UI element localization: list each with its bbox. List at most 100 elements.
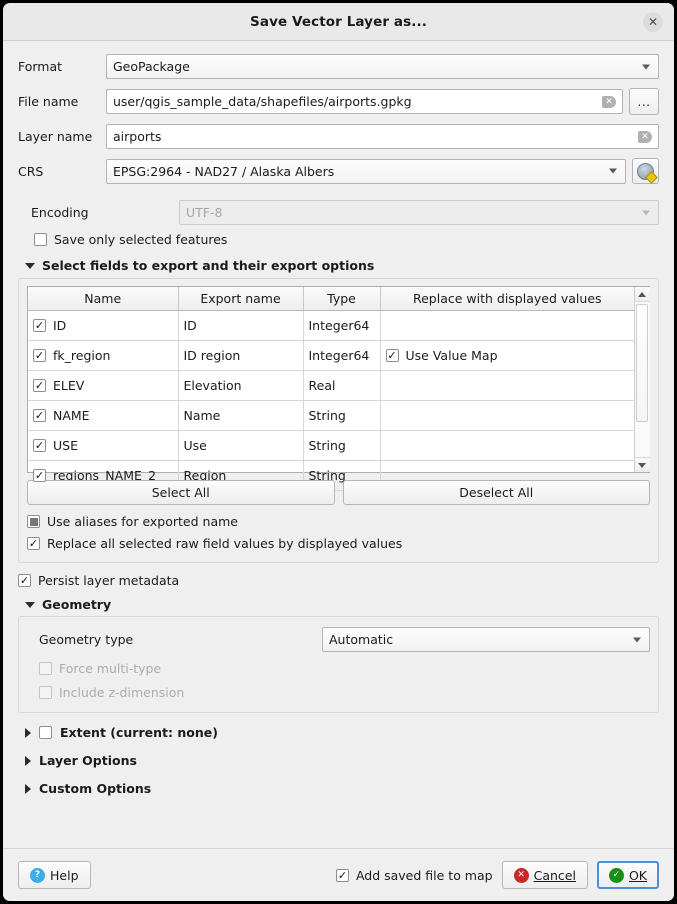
layername-row: Layer name airports ✕ xyxy=(18,124,659,149)
ok-label: OK xyxy=(629,868,647,883)
replace-all-row[interactable]: Replace all selected raw field values by… xyxy=(27,536,650,551)
crs-combo[interactable]: EPSG:2964 - NAD27 / Alaska Albers xyxy=(106,159,626,184)
field-replace-cell[interactable] xyxy=(380,370,634,400)
field-name: NAME xyxy=(53,408,90,423)
column-header-type[interactable]: Type xyxy=(303,287,380,310)
layer-options-section-header[interactable]: Layer Options xyxy=(25,753,659,768)
scroll-down-icon[interactable] xyxy=(635,457,650,472)
chevron-right-icon xyxy=(25,728,31,738)
column-header-name[interactable]: Name xyxy=(28,287,178,310)
layername-input[interactable]: airports ✕ xyxy=(106,124,659,149)
fields-group-header[interactable]: Select fields to export and their export… xyxy=(25,258,659,273)
format-label: Format xyxy=(18,59,106,74)
fields-table: Name Export name Type Replace with displ… xyxy=(28,287,634,491)
field-checkbox[interactable] xyxy=(33,349,46,362)
column-header-export-name[interactable]: Export name xyxy=(178,287,303,310)
field-checkbox[interactable] xyxy=(33,379,46,392)
field-replace-cell[interactable] xyxy=(380,430,634,460)
chevron-down-icon xyxy=(642,64,650,69)
cancel-icon: ✕ xyxy=(514,868,529,883)
table-row[interactable]: USE Use String xyxy=(28,430,634,460)
extent-label: Extent (current: none) xyxy=(60,725,218,740)
use-aliases-checkbox[interactable] xyxy=(27,515,40,528)
field-name-cell[interactable]: ELEV xyxy=(28,370,178,400)
globe-icon xyxy=(637,163,654,180)
geometry-type-row: Geometry type Automatic xyxy=(27,627,650,652)
field-checkbox[interactable] xyxy=(33,469,46,482)
scrollbar-thumb[interactable] xyxy=(636,304,648,422)
field-name-cell[interactable]: NAME xyxy=(28,400,178,430)
persist-metadata-row[interactable]: Persist layer metadata xyxy=(18,573,659,588)
check-icon: ✓ xyxy=(609,868,624,883)
field-type: Integer64 xyxy=(303,310,380,340)
table-vertical-scrollbar[interactable] xyxy=(634,287,649,472)
geometry-type-label: Geometry type xyxy=(27,632,322,647)
column-header-replace[interactable]: Replace with displayed values xyxy=(380,287,634,310)
pencil-icon xyxy=(645,171,658,184)
include-z-dimension-checkbox xyxy=(39,686,52,699)
field-checkbox[interactable] xyxy=(33,409,46,422)
field-name-cell[interactable]: fk_region xyxy=(28,340,178,370)
replace-all-checkbox[interactable] xyxy=(27,537,40,550)
field-replace-cell[interactable] xyxy=(380,310,634,340)
field-export-name[interactable]: ID xyxy=(178,310,303,340)
geometry-group-header[interactable]: Geometry xyxy=(25,597,659,612)
field-name-cell[interactable]: USE xyxy=(28,430,178,460)
force-multi-type-label: Force multi-type xyxy=(59,661,161,676)
add-to-map-row[interactable]: Add saved file to map xyxy=(336,868,493,883)
ok-button[interactable]: ✓ OK xyxy=(597,861,659,889)
format-value: GeoPackage xyxy=(113,59,190,74)
add-to-map-checkbox[interactable] xyxy=(336,869,349,882)
use-aliases-row[interactable]: Use aliases for exported name xyxy=(27,514,650,529)
dialog-title: Save Vector Layer as... xyxy=(250,14,427,30)
help-button[interactable]: ? Help xyxy=(18,861,91,889)
field-name: ELEV xyxy=(53,378,84,393)
save-only-selected-label: Save only selected features xyxy=(54,232,227,247)
save-vector-layer-dialog: Save Vector Layer as... ✕ Format GeoPack… xyxy=(3,3,674,901)
close-icon[interactable]: ✕ xyxy=(643,12,663,32)
field-export-name[interactable]: Name xyxy=(178,400,303,430)
extent-checkbox[interactable] xyxy=(39,726,52,739)
chevron-right-icon xyxy=(25,784,31,794)
table-row[interactable]: fk_region ID region Integer64 Use Value … xyxy=(28,340,634,370)
field-type: Real xyxy=(303,370,380,400)
custom-options-section-header[interactable]: Custom Options xyxy=(25,781,659,796)
table-row[interactable]: ID ID Integer64 xyxy=(28,310,634,340)
table-header-row: Name Export name Type Replace with displ… xyxy=(28,287,634,310)
encoding-combo: UTF-8 xyxy=(179,200,659,225)
browse-file-button[interactable]: ... xyxy=(629,88,659,115)
cancel-button[interactable]: ✕ Cancel xyxy=(502,861,588,889)
filename-label: File name xyxy=(18,94,106,109)
scroll-up-icon[interactable] xyxy=(635,287,650,302)
field-name: fk_region xyxy=(53,348,110,363)
deselect-all-button[interactable]: Deselect All xyxy=(343,480,651,505)
geometry-type-combo[interactable]: Automatic xyxy=(322,627,650,652)
field-export-name[interactable]: Use xyxy=(178,430,303,460)
table-row[interactable]: NAME Name String xyxy=(28,400,634,430)
persist-metadata-checkbox[interactable] xyxy=(18,574,31,587)
clear-icon[interactable]: ✕ xyxy=(602,96,616,108)
chevron-down-icon xyxy=(25,602,35,608)
save-only-selected-row[interactable]: Save only selected features xyxy=(18,232,659,247)
select-all-button[interactable]: Select All xyxy=(27,480,335,505)
filename-input[interactable]: user/qgis_sample_data/shapefiles/airport… xyxy=(106,89,623,114)
save-only-selected-checkbox[interactable] xyxy=(34,233,47,246)
field-type: String xyxy=(303,430,380,460)
field-checkbox[interactable] xyxy=(33,439,46,452)
field-export-name[interactable]: ID region xyxy=(178,340,303,370)
field-type: Integer64 xyxy=(303,340,380,370)
table-row[interactable]: ELEV Elevation Real xyxy=(28,370,634,400)
scrollbar-track[interactable] xyxy=(635,302,650,457)
format-combo[interactable]: GeoPackage xyxy=(106,54,659,79)
field-name-cell[interactable]: ID xyxy=(28,310,178,340)
field-export-name[interactable]: Elevation xyxy=(178,370,303,400)
field-name: ID xyxy=(53,318,66,333)
select-crs-button[interactable] xyxy=(632,158,659,184)
use-value-map-checkbox[interactable] xyxy=(386,349,399,362)
field-replace-cell[interactable] xyxy=(380,400,634,430)
field-checkbox[interactable] xyxy=(33,319,46,332)
extent-section-header[interactable]: Extent (current: none) xyxy=(25,725,659,740)
clear-icon[interactable]: ✕ xyxy=(638,131,652,143)
field-replace-cell[interactable]: Use Value Map xyxy=(380,340,634,370)
format-row: Format GeoPackage xyxy=(18,54,659,79)
